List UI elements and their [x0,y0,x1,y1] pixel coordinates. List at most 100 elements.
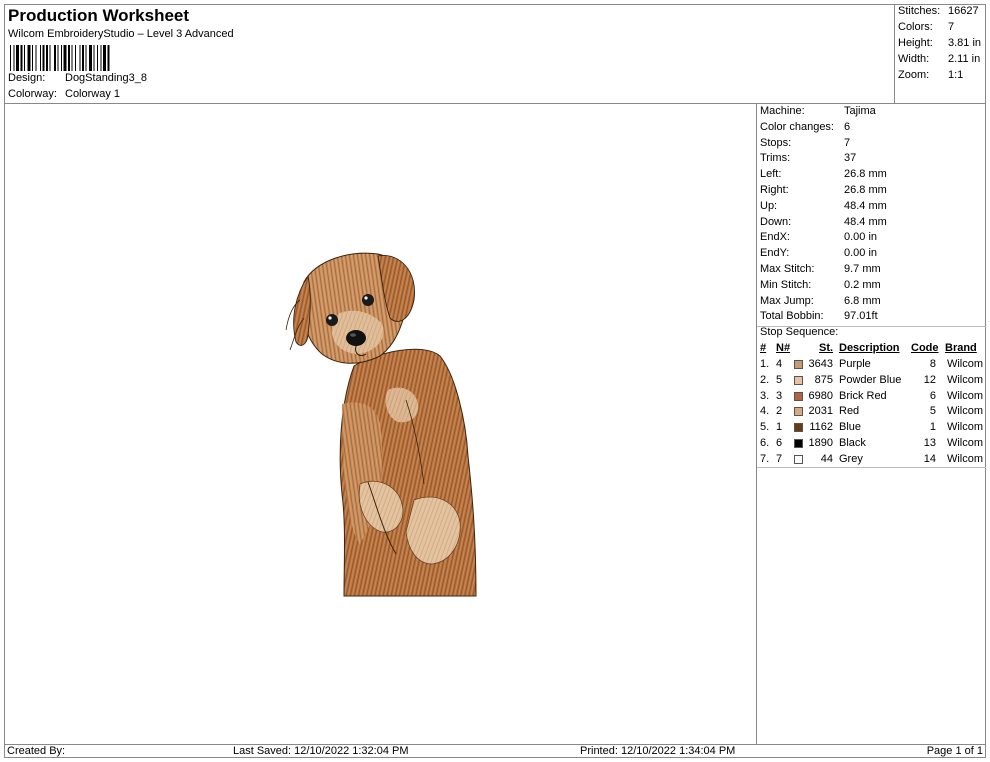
zoom-value: 1:1 [948,69,964,81]
design-row: Design: DogStanding3_8 [8,72,147,84]
info-value: 48.4 mm [844,199,887,212]
barcode [10,45,110,71]
printed-date: Printed: 12/10/2022 1:34:04 PM [580,745,736,757]
width-value: 2.11 in [948,53,981,65]
colorway-value: Colorway 1 [65,88,121,100]
info-row: EndX: 0.00 in [760,231,877,243]
info-row: Max Stitch: 9.7 mm [760,263,881,275]
info-value: 6 [844,120,851,133]
info-label: Stops: [760,136,792,149]
seq-description: Grey [839,452,863,465]
col-header-code: Code [911,342,939,354]
design-label: Design: [8,72,46,84]
color-swatch [794,423,803,433]
info-label: Machine: [760,105,805,117]
height-value: 3.81 in [948,37,982,49]
info-row: Down: 48.4 mm [760,216,887,228]
colorway-label: Colorway: [8,88,57,100]
table-bottom-divider [757,467,986,468]
page-title: Production Worksheet [8,6,190,25]
info-value: 0.00 in [844,231,878,244]
seq-needle: 1 [776,421,783,434]
colors-row: Colors: 7 [898,21,954,33]
info-label: Total Bobbin: [760,310,824,323]
seq-brand: Wilcom [946,373,983,386]
machine-info-panel: Machine: Tajima Color changes: 6 Stops: 7 Trim… [757,104,986,744]
worksheet-footer: Created By: Last Saved: 12/10/2022 1:32:… [4,744,986,758]
info-label: Color changes: [760,120,834,133]
zoom-label: Zoom: [898,69,930,81]
info-label: EndY: [760,247,790,260]
embroidery-design-image [285,252,477,597]
seq-description: Black [839,437,866,449]
info-label: Max Stitch: [760,263,815,275]
colors-label: Colors: [898,21,933,33]
color-swatch [794,439,803,448]
seq-brand: Wilcom [946,389,983,402]
col-header-n: N# [776,342,791,354]
info-value: 6.8 mm [844,294,881,307]
seq-brand: Wilcom [946,452,983,465]
seq-description: Blue [839,421,862,434]
info-label: Max Jump: [760,294,814,307]
info-row: EndY: 0.00 in [760,247,877,259]
seq-stitches: 2031 [808,405,833,418]
info-row: Stops: 7 [760,137,850,149]
seq-stitches: 6980 [808,389,833,402]
seq-code: 8 [929,358,936,370]
seq-description: Powder Blue [839,373,902,386]
color-swatch [794,391,803,401]
info-value: 26.8 mm [844,184,887,196]
seq-stitches: 1162 [809,421,833,434]
info-value: 0.2 mm [844,278,881,291]
worksheet-header: Production Worksheet Wilcom EmbroiderySt… [4,4,895,104]
seq-stitches: 44 [820,452,833,465]
color-swatch [794,360,803,369]
seq-needle: 6 [776,437,783,449]
info-label: Up: [760,199,778,212]
info-row: Total Bobbin: 97.01ft [760,310,878,322]
seq-index: 1. [760,358,770,370]
info-value: 48.4 mm [844,215,887,228]
info-row: Left: 26.8 mm [760,168,887,180]
seq-needle: 3 [776,389,783,402]
info-value: 37 [844,152,857,165]
seq-brand: Wilcom [946,358,983,370]
info-label: Min Stitch: [760,278,812,291]
color-swatch [794,454,803,464]
seq-index: 3. [760,389,770,402]
zoom-row: Zoom: 1:1 [898,69,963,81]
info-row: Machine: Tajima [760,105,876,117]
seq-stitches: 3643 [808,358,833,370]
info-row: Trims: 37 [760,152,856,164]
info-row: Min Stitch: 0.2 mm [760,279,881,291]
design-canvas [4,104,757,744]
seq-index: 7. [760,452,770,465]
info-row: Right: 26.8 mm [760,184,887,196]
seq-brand: Wilcom [946,405,983,418]
seq-index: 5. [760,421,770,434]
height-row: Height: 3.81 in [898,37,981,49]
stop-sequence-label: Stop Sequence: [760,326,839,338]
color-swatch [794,407,803,417]
col-header-st: St. [819,342,834,354]
design-value: DogStanding3_8 [65,72,147,84]
info-value: 97.01ft [844,310,878,323]
seq-code: 6 [929,389,936,402]
seq-stitches: 1890 [808,437,833,449]
seq-needle: 7 [776,452,783,465]
info-value: 9.7 mm [844,263,881,275]
info-value: Tajima [844,105,876,117]
seq-code: 1 [929,421,936,434]
stitches-label: Stitches: [898,5,941,17]
colorway-row: Colorway: Colorway 1 [8,88,120,100]
width-label: Width: [898,53,930,65]
seq-needle: 5 [776,373,783,386]
seq-code: 13 [923,437,936,449]
seq-brand: Wilcom [946,437,983,449]
seq-index: 6. [760,437,770,449]
seq-code: 14 [923,452,936,465]
width-row: Width: 2.11 in [898,53,980,65]
height-label: Height: [898,37,933,49]
info-row: Color changes: 6 [760,121,850,133]
